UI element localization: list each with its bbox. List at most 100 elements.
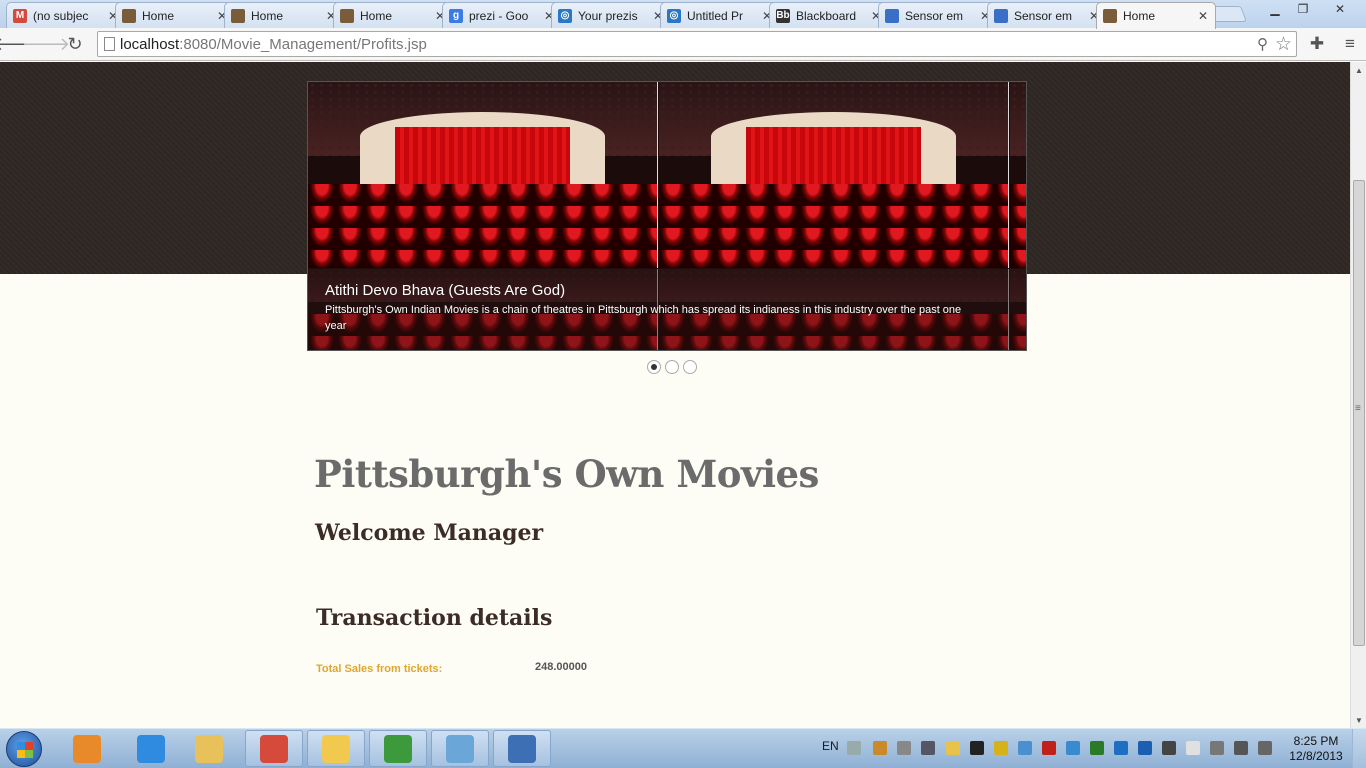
theatre-image (308, 82, 658, 268)
browser-tab[interactable]: Home ✕ (1096, 2, 1216, 29)
tab-title: prezi - Goo (469, 8, 529, 23)
tab-title: Home (251, 8, 284, 23)
taskbar-app-button[interactable] (369, 730, 427, 767)
chrome-menu-icon[interactable]: ≡ (1338, 32, 1362, 56)
chrome-icon (260, 734, 288, 763)
search-icon[interactable]: ⚲ (1257, 35, 1268, 53)
tray-app-icon[interactable] (897, 741, 911, 755)
acrobat-icon[interactable] (1042, 741, 1056, 755)
slide-dot[interactable] (665, 360, 679, 374)
browser-tab[interactable]: g prezi - Goo ✕ (442, 2, 562, 28)
taskbar-app-button[interactable] (307, 730, 365, 767)
taskbar-app-button[interactable] (180, 730, 238, 767)
gmail-icon: M (13, 8, 27, 23)
forward-button[interactable]: 🡒 (22, 32, 70, 56)
restore-button[interactable]: ❐ (1289, 0, 1317, 18)
show-desktop-button[interactable] (1352, 729, 1366, 768)
document-icon (994, 8, 1008, 23)
taskbar-app-button[interactable] (493, 730, 551, 767)
browser-tab[interactable]: M (no subjec ✕ (6, 2, 126, 28)
browser-tab[interactable]: Sensor em ✕ (878, 2, 998, 28)
monitor-icon[interactable] (1162, 741, 1176, 755)
slide-dot[interactable] (647, 360, 661, 374)
reload-icon: ↻ (67, 33, 83, 54)
shield-icon[interactable] (994, 741, 1008, 755)
url-text: localhost:8080/Movie_Management/Profits.… (120, 36, 427, 53)
power-icon[interactable] (1114, 741, 1128, 755)
url-host: localhost (120, 36, 180, 53)
site-favicon (122, 8, 136, 23)
language-indicator[interactable]: EN (822, 739, 839, 753)
media-player-icon (73, 734, 101, 763)
action-center-flag-icon[interactable] (1186, 741, 1200, 755)
minimize-button[interactable]: ▁ (1261, 0, 1289, 18)
dropbox-icon[interactable] (1066, 741, 1080, 755)
volume-icon[interactable] (1258, 741, 1272, 755)
prezi-icon: ◎ (667, 8, 681, 23)
clock-time: 8:25 PM (1293, 734, 1339, 748)
close-tab-icon[interactable]: ✕ (1197, 9, 1209, 23)
reload-button[interactable]: ↻ (63, 32, 87, 56)
site-favicon (340, 8, 354, 23)
address-bar[interactable]: localhost:8080/Movie_Management/Profits.… (97, 31, 1297, 57)
taskbar-app-button[interactable] (245, 730, 303, 767)
slider-pagination (647, 360, 697, 374)
taskbar-app-button[interactable] (122, 730, 180, 767)
tab-title: Blackboard (796, 8, 857, 23)
browser-tab[interactable]: ◎ Untitled Pr ✕ (660, 2, 780, 28)
extensions-icon[interactable]: ✚ (1305, 32, 1329, 56)
scroll-up-arrow-icon[interactable]: ▲ (1351, 62, 1366, 78)
tab-title: Home (360, 8, 393, 23)
folder-icon[interactable] (946, 741, 960, 755)
document-icon (885, 8, 899, 23)
theatre-image (1010, 82, 1026, 268)
taskbar-app-button[interactable] (58, 730, 116, 767)
slide-dot[interactable] (683, 360, 697, 374)
site-favicon (1103, 9, 1117, 23)
tab-title: Home (142, 8, 175, 23)
browser-tab[interactable]: ◎ Your prezis ✕ (551, 2, 671, 28)
keyboard-icon[interactable] (847, 741, 861, 755)
bluetooth-icon[interactable] (1138, 741, 1152, 755)
page-viewport: Atithi Devo Bhava (Guests Are God) Pitts… (0, 62, 1350, 728)
browser-tab[interactable]: Sensor em ✕ (987, 2, 1107, 28)
bookmark-star-icon[interactable]: ☆ (1275, 33, 1292, 56)
caption-text: Pittsburgh's Own Indian Movies is a chai… (325, 304, 962, 332)
network-signal-icon[interactable] (1234, 741, 1248, 755)
welcome-heading: Welcome Manager (315, 520, 544, 546)
browser-tab[interactable]: Home ✕ (115, 2, 235, 28)
browser-tab[interactable]: Bb Blackboard ✕ (769, 2, 889, 28)
system-clock[interactable]: 8:25 PM 12/8/2013 (1288, 734, 1344, 764)
close-window-button[interactable]: ✕ (1325, 0, 1355, 18)
start-button[interactable] (6, 731, 42, 767)
tab-title: (no subjec (33, 8, 89, 23)
blackboard-icon: Bb (776, 8, 790, 23)
tray-app-icon[interactable] (1018, 741, 1032, 755)
tray-app-icon[interactable] (970, 741, 984, 755)
tray-app-icon[interactable] (873, 741, 887, 755)
file-explorer-icon (195, 734, 223, 763)
battery-icon[interactable] (1210, 741, 1224, 755)
site-favicon (231, 8, 245, 23)
browser-toolbar: 🡐 🡒 ↻ localhost:8080/Movie_Management/Pr… (0, 28, 1366, 61)
scroll-down-arrow-icon[interactable]: ▼ (1351, 712, 1366, 728)
theatre-image (659, 82, 1009, 268)
tab-title: Your prezis (578, 8, 638, 23)
browser-tab[interactable]: Home ✕ (333, 2, 453, 28)
tab-title: Sensor em (1014, 8, 1073, 23)
spreadsheet-app-icon (384, 734, 412, 763)
notes-app-icon (446, 734, 474, 763)
tray-app-icon[interactable] (1090, 741, 1104, 755)
tab-strip: M (no subjec ✕ Home ✕ Home ✕ Home ✕ g prezi - Goo ✕… (0, 0, 1366, 29)
url-path: :8080/Movie_Management/Profits.jsp (179, 36, 427, 53)
scroll-thumb[interactable] (1353, 180, 1365, 646)
page-icon (104, 37, 115, 51)
tray-app-icon[interactable] (921, 741, 935, 755)
vertical-scrollbar[interactable]: ▲ ▼ (1350, 62, 1366, 728)
taskbar-app-button[interactable] (431, 730, 489, 767)
total-sales-value: 248.00000 (535, 661, 587, 673)
internet-explorer-icon (137, 734, 165, 763)
tab-title: Sensor em (905, 8, 964, 23)
image-slider[interactable]: Atithi Devo Bhava (Guests Are God) Pitts… (307, 81, 1027, 351)
browser-tab[interactable]: Home ✕ (224, 2, 344, 28)
